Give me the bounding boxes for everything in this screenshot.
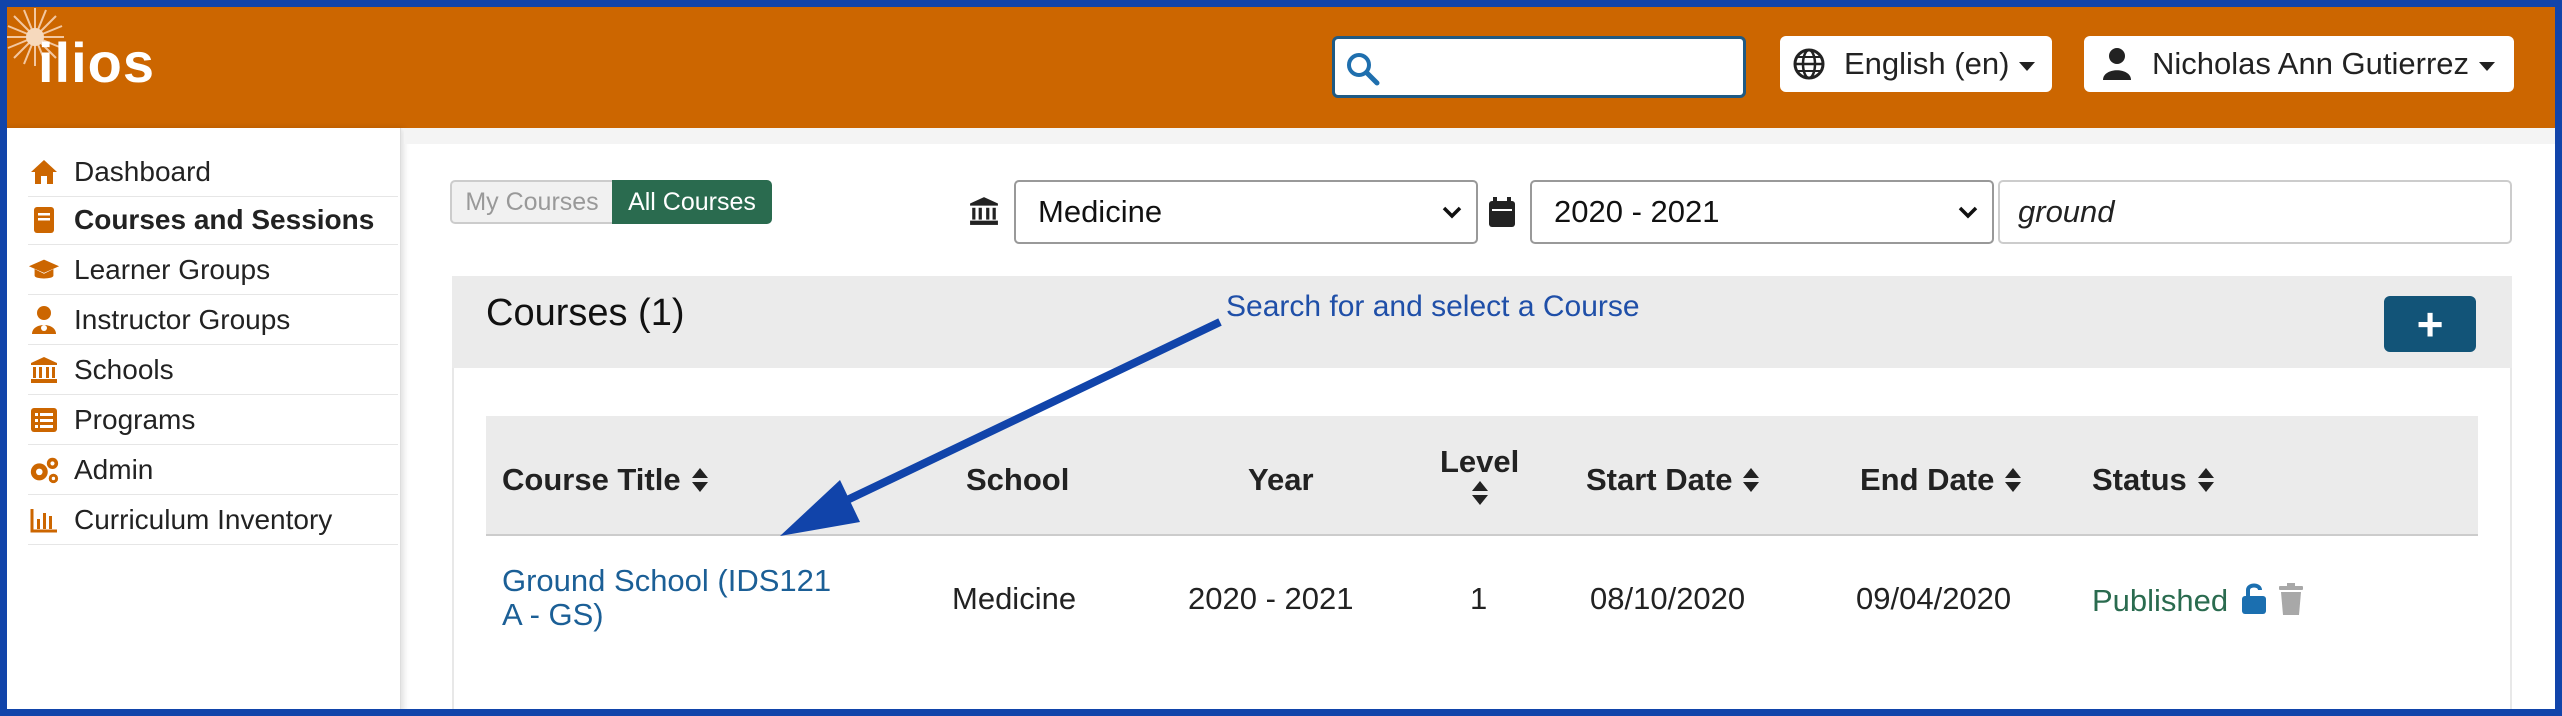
sidebar-item-curriculum-inventory[interactable]: Curriculum Inventory — [28, 496, 398, 545]
sidebar-item-dashboard[interactable]: Dashboard — [28, 148, 398, 197]
sort-icon — [1743, 468, 1760, 492]
column-header-level[interactable]: Level — [1440, 444, 1519, 506]
language-menu-button[interactable]: English (en) — [1780, 36, 2052, 92]
sidebar-item-schools[interactable]: Schools — [28, 346, 398, 395]
courses-panel-title: Courses (1) — [486, 292, 685, 334]
sidebar-item-label: Schools — [74, 354, 174, 385]
calendar-icon — [1488, 196, 1516, 228]
graduation-cap-icon — [28, 255, 60, 285]
column-header-course-title[interactable]: Course Title — [502, 462, 709, 498]
chart-bar-icon — [28, 505, 60, 535]
app-logo[interactable]: ilios — [38, 30, 155, 95]
year-select-value: 2020 - 2021 — [1554, 194, 1720, 229]
chevron-down-icon — [1958, 206, 1978, 219]
sidebar-item-learner-groups[interactable]: Learner Groups — [28, 246, 398, 295]
course-year: 2020 - 2021 — [1188, 581, 1354, 616]
home-icon — [28, 157, 60, 187]
sidebar-item-label: Learner Groups — [74, 254, 271, 285]
book-icon — [28, 205, 60, 235]
sidebar-item-label: Curriculum Inventory — [74, 504, 333, 535]
course-end-date: 09/04/2020 — [1856, 581, 2012, 616]
column-header-year: Year — [1248, 462, 1314, 497]
university-icon — [968, 196, 1000, 226]
sidebar-item-label: Programs — [74, 404, 196, 435]
main-top-strip — [404, 128, 2562, 144]
cogs-icon — [28, 455, 60, 485]
sidebar-item-courses[interactable]: Courses and Sessions — [28, 196, 398, 245]
global-search[interactable] — [1332, 36, 1746, 98]
globe-icon — [1793, 48, 1825, 80]
user-name-label: Nicholas Ann Gutierrez — [2152, 46, 2470, 81]
chevron-down-icon — [1442, 206, 1462, 219]
sort-icon — [2197, 468, 2214, 492]
app-header: ilios English (en) Nicholas Ann Gutierre… — [0, 0, 2562, 128]
course-title-link[interactable]: Ground School (IDS121 A - GS) — [502, 564, 831, 632]
school-select-value: Medicine — [1038, 194, 1163, 229]
course-school: Medicine — [952, 581, 1077, 616]
annotation-text: Search for and select a Course — [1226, 290, 1640, 323]
course-level: 1 — [1470, 581, 1488, 616]
sort-icon — [691, 468, 708, 492]
sidebar-item-label: Instructor Groups — [74, 304, 291, 335]
user-icon — [2103, 48, 2131, 80]
all-courses-toggle[interactable]: All Courses — [612, 180, 772, 224]
search-input[interactable] — [1393, 45, 1737, 91]
user-md-icon — [28, 305, 60, 335]
sidebar-item-programs[interactable]: Programs — [28, 396, 398, 445]
column-header-school: School — [966, 462, 1070, 497]
column-header-status[interactable]: Status — [2092, 462, 2215, 498]
unlock-icon[interactable] — [2240, 582, 2268, 616]
sidebar-item-admin[interactable]: Admin — [28, 446, 398, 495]
course-start-date: 08/10/2020 — [1590, 581, 1746, 616]
user-menu-button[interactable]: Nicholas Ann Gutierrez — [2084, 36, 2514, 92]
column-header-end-date[interactable]: End Date — [1860, 462, 2022, 498]
sort-icon — [1471, 481, 1488, 505]
course-status: Published — [2092, 583, 2229, 618]
add-course-button[interactable]: + — [2384, 296, 2476, 352]
column-header-start-date[interactable]: Start Date — [1586, 462, 1760, 498]
list-alt-icon — [28, 405, 60, 435]
year-select[interactable]: 2020 - 2021 — [1530, 180, 1994, 244]
sidebar-item-label: Dashboard — [74, 156, 211, 187]
trash-icon[interactable] — [2278, 582, 2304, 616]
language-label: English (en) — [1844, 46, 2010, 81]
my-courses-toggle[interactable]: My Courses — [450, 180, 612, 224]
university-icon — [28, 355, 60, 385]
sort-icon — [2005, 468, 2022, 492]
sidebar-item-label: Admin — [74, 454, 154, 485]
chevron-down-icon — [2479, 61, 2496, 71]
sidebar-item-label: Courses and Sessions — [74, 204, 375, 235]
course-title-filter-input[interactable]: ground — [1998, 180, 2512, 244]
search-icon — [1347, 53, 1380, 86]
school-select[interactable]: Medicine — [1014, 180, 1478, 244]
sidebar-item-instructor-groups[interactable]: Instructor Groups — [28, 296, 398, 345]
chevron-down-icon — [2019, 61, 2036, 71]
sidebar-nav: Dashboard Courses and Sessions Learner G… — [0, 128, 401, 716]
